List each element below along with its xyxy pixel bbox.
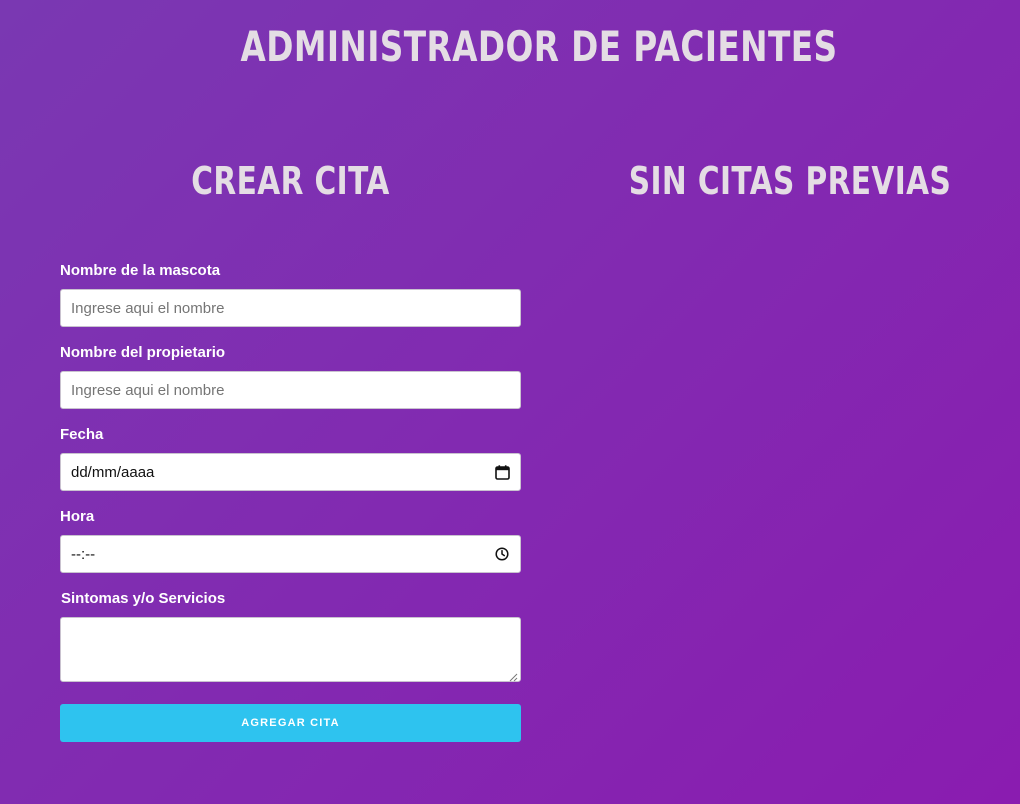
calendar-icon[interactable]: [494, 464, 510, 480]
pet-name-input[interactable]: Ingrese aqui el nombre: [60, 289, 521, 327]
owner-name-label: Nombre del propietario: [60, 344, 226, 361]
symptoms-textarea[interactable]: [60, 617, 521, 682]
form-section-title: CREAR CITA: [191, 159, 390, 203]
date-label: Fecha: [60, 426, 104, 443]
page-title: ADMINISTRADOR DE PACIENTES: [240, 22, 838, 71]
clock-icon[interactable]: [494, 546, 510, 562]
appointments-section-title: SIN CITAS PREVIAS: [628, 159, 952, 203]
time-label: Hora: [60, 508, 95, 525]
resize-handle-icon[interactable]: [508, 669, 518, 682]
owner-name-input[interactable]: Ingrese aqui el nombre: [60, 371, 521, 409]
time-input[interactable]: --:--: [60, 535, 521, 573]
add-appointment-button[interactable]: AGREGAR CITA: [60, 704, 521, 742]
pet-name-label: Nombre de la mascota: [60, 262, 221, 279]
date-input[interactable]: dd/mm/aaaa: [60, 453, 521, 491]
pet-name-placeholder: Ingrese aqui el nombre: [71, 299, 225, 317]
date-value: dd/mm/aaaa: [71, 463, 155, 481]
owner-name-placeholder: Ingrese aqui el nombre: [71, 381, 225, 399]
symptoms-label: Sintomas y/o Servicios: [61, 590, 226, 607]
appointment-form: Nombre de la mascota Ingrese aqui el nom…: [60, 262, 521, 742]
time-value: --:--: [71, 545, 96, 563]
